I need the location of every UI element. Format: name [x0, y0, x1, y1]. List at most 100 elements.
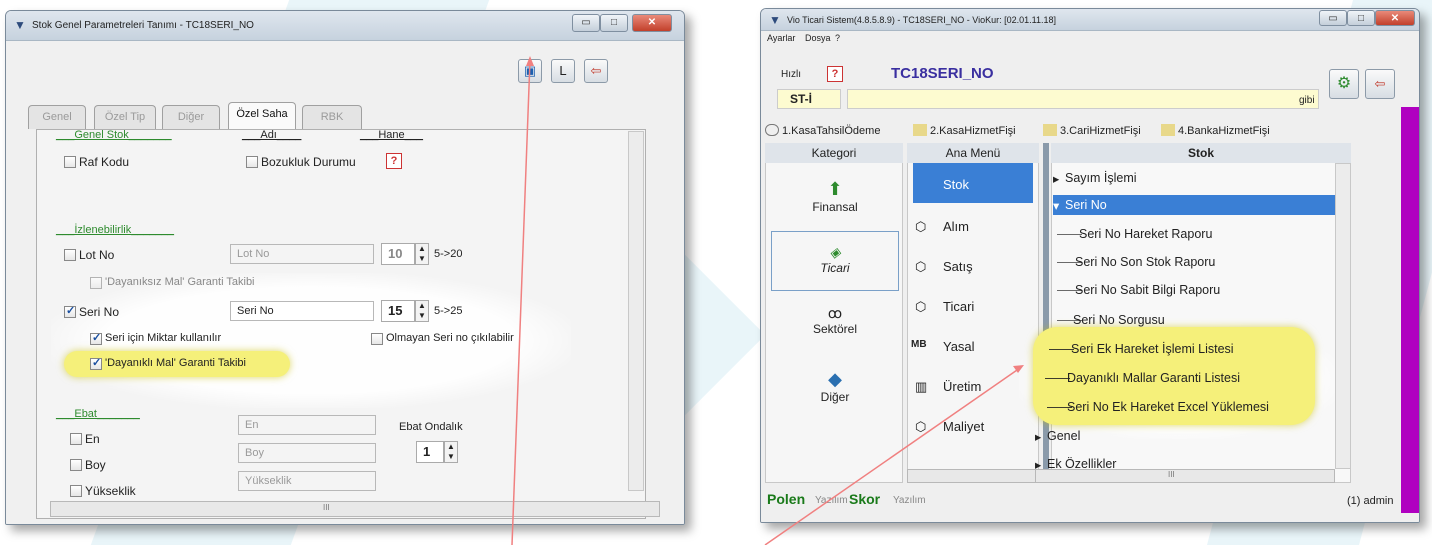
- en-field[interactable]: En: [238, 415, 376, 435]
- seri-no-range: 5->25: [434, 305, 463, 317]
- tab-genel[interactable]: Genel: [28, 105, 86, 129]
- raf-kodu-checkbox[interactable]: [64, 156, 76, 168]
- title-bar: ▼ Stok Genel Parametreleri Tanımı - TC18…: [6, 11, 684, 41]
- seri-no-spinner[interactable]: ▲ ▼: [415, 300, 429, 322]
- menu-ayarlar[interactable]: Ayarlar: [767, 33, 795, 43]
- ebat-ondalik-value[interactable]: 1: [416, 441, 444, 463]
- lot-no-checkbox[interactable]: [64, 249, 76, 261]
- ana-menu-selected: [913, 163, 1033, 203]
- menu-maliyet[interactable]: Maliyet: [943, 419, 984, 434]
- boy-label: Boy: [85, 458, 106, 472]
- stok-tree-header: Stok: [1051, 143, 1351, 163]
- tab-rbk[interactable]: RBK: [302, 105, 362, 129]
- tree-sayim[interactable]: Sayım İşlemi: [1065, 171, 1137, 185]
- vertical-scrollbar[interactable]: [628, 131, 644, 491]
- yukseklik-field[interactable]: Yükseklik: [238, 471, 376, 491]
- satis-icon: ⬡: [915, 259, 927, 274]
- tree-child-7[interactable]: Seri No Ek Hareket Excel Yüklemesi: [1067, 400, 1269, 414]
- tree-child-2[interactable]: Seri No Son Stok Raporu: [1075, 255, 1215, 269]
- finance-icon: ⬆: [827, 179, 843, 199]
- boy-checkbox[interactable]: [70, 459, 82, 471]
- horizontal-scrollbar[interactable]: III: [50, 501, 660, 517]
- category-label: Ticari: [820, 261, 850, 275]
- shortcut-kasa-hizmet[interactable]: 2.KasaHizmetFişi: [913, 124, 1016, 137]
- tree-horizontal-scrollbar[interactable]: III: [1035, 469, 1335, 483]
- menu-dosya[interactable]: Dosya: [805, 33, 831, 43]
- exit-icon[interactable]: ⇦: [584, 59, 608, 83]
- close-button[interactable]: ✕: [632, 14, 672, 32]
- tab-ozel-tip[interactable]: Özel Tip: [94, 105, 156, 129]
- category-diger[interactable]: ◆ Diğer: [785, 369, 885, 404]
- tree-child-4[interactable]: Seri No Sorgusu: [1073, 313, 1165, 327]
- tree-seri-no[interactable]: Seri No: [1065, 198, 1107, 212]
- shortcut-cari-hizmet[interactable]: 3.CariHizmetFişi: [1043, 124, 1141, 137]
- help-icon[interactable]: ?: [386, 153, 402, 169]
- tree-child-1[interactable]: Seri No Hareket Raporu: [1079, 227, 1212, 241]
- polen-subtitle: Yazılım: [815, 495, 848, 506]
- seri-no-checkbox[interactable]: [64, 304, 76, 318]
- seri-no-field[interactable]: Seri No: [230, 301, 374, 321]
- tree-child-3[interactable]: Seri No Sabit Bilgi Raporu: [1075, 283, 1220, 297]
- dayaniksiz-checkbox[interactable]: [90, 277, 102, 289]
- user-label: (1) admin: [1347, 495, 1394, 507]
- genel-stok-header: ___Genel Stok_______: [56, 129, 172, 141]
- exit-icon[interactable]: ⇦: [1365, 69, 1395, 99]
- category-sektorel[interactable]: ꝏ Sektörel: [785, 305, 885, 336]
- tab-diger[interactable]: Diğer: [162, 105, 220, 129]
- shortcut-banka-hizmet[interactable]: 4.BankaHizmetFişi: [1161, 124, 1270, 137]
- en-checkbox[interactable]: [70, 433, 82, 445]
- lot-no-spinner[interactable]: ▲ ▼: [415, 243, 429, 265]
- tree-vertical-scrollbar[interactable]: [1335, 163, 1351, 469]
- expand-arrow-icon[interactable]: ▸: [1035, 429, 1041, 444]
- minimize-button[interactable]: ▭: [1319, 10, 1347, 26]
- stock-params-window: ▼ Stok Genel Parametreleri Tanımı - TC18…: [5, 10, 685, 525]
- ana-menu-scrollbar[interactable]: [907, 469, 1039, 483]
- seri-miktar-checkbox[interactable]: [90, 331, 102, 345]
- help-icon[interactable]: ?: [827, 66, 843, 82]
- shortcut-label: 3.CariHizmetFişi: [1060, 125, 1141, 137]
- boy-field[interactable]: Boy: [238, 443, 376, 463]
- kategori-header: Kategori: [765, 143, 903, 163]
- yukseklik-checkbox[interactable]: [70, 485, 82, 497]
- olmayan-seri-checkbox[interactable]: [371, 333, 383, 345]
- menu-satis[interactable]: Satış: [943, 259, 973, 274]
- menu-yasal[interactable]: Yasal: [943, 339, 975, 354]
- lot-no-field[interactable]: Lot No: [230, 244, 374, 264]
- dayanikli-checkbox[interactable]: [90, 356, 102, 370]
- save-icon[interactable]: ▣: [518, 59, 542, 83]
- stock-code-field[interactable]: ST-İ: [777, 89, 841, 109]
- skor-subtitle: Yazılım: [893, 495, 926, 506]
- collapse-arrow-icon[interactable]: ▾: [1053, 198, 1059, 213]
- tree-genel[interactable]: Genel: [1047, 429, 1080, 443]
- shortcut-kasa-tahsil[interactable]: 1.KasaTahsilÖdeme: [765, 124, 880, 137]
- menu-ticari[interactable]: Ticari: [943, 299, 974, 314]
- close-button[interactable]: ✕: [1375, 10, 1415, 26]
- menu-uretim[interactable]: Üretim: [943, 379, 981, 394]
- menu-stok[interactable]: Stok: [943, 177, 969, 192]
- seri-no-hane-value[interactable]: 15: [381, 300, 415, 322]
- expand-arrow-icon[interactable]: ▸: [1053, 171, 1059, 186]
- category-finansal[interactable]: ⬆ Finansal: [785, 179, 885, 214]
- tab-ozel-saha[interactable]: Özel Saha: [228, 102, 296, 129]
- list-icon[interactable]: L: [551, 59, 575, 83]
- tree-child-6[interactable]: Dayanıklı Mallar Garanti Listesi: [1067, 371, 1240, 385]
- menu-alim[interactable]: Alım: [943, 219, 969, 234]
- lot-no-hane-value[interactable]: 10: [381, 243, 415, 265]
- side-purple-bar: [1401, 107, 1419, 513]
- category-ticari[interactable]: ◈ Ticari: [771, 231, 899, 291]
- shortcut-icon: [765, 124, 779, 136]
- bozukluk-checkbox[interactable]: [246, 156, 258, 168]
- category-label: Diğer: [820, 390, 850, 404]
- quick-search-input[interactable]: [847, 89, 1319, 109]
- izlenebilirlik-header: ___İzlenebilirlik_______: [56, 224, 175, 236]
- seri-no-label: Seri No: [79, 305, 120, 319]
- polen-logo: Polen: [767, 491, 806, 507]
- menu-help[interactable]: ?: [835, 33, 840, 43]
- yukseklik-label: Yükseklik: [85, 484, 136, 498]
- gear-icon[interactable]: ⚙: [1329, 69, 1359, 99]
- tree-child-5[interactable]: Seri Ek Hareket İşlemi Listesi: [1071, 342, 1234, 356]
- ebat-ondalik-spinner[interactable]: ▲ ▼: [444, 441, 458, 463]
- minimize-button[interactable]: ▭: [572, 14, 600, 32]
- maximize-button[interactable]: □: [1347, 10, 1375, 26]
- maximize-button[interactable]: □: [600, 14, 628, 32]
